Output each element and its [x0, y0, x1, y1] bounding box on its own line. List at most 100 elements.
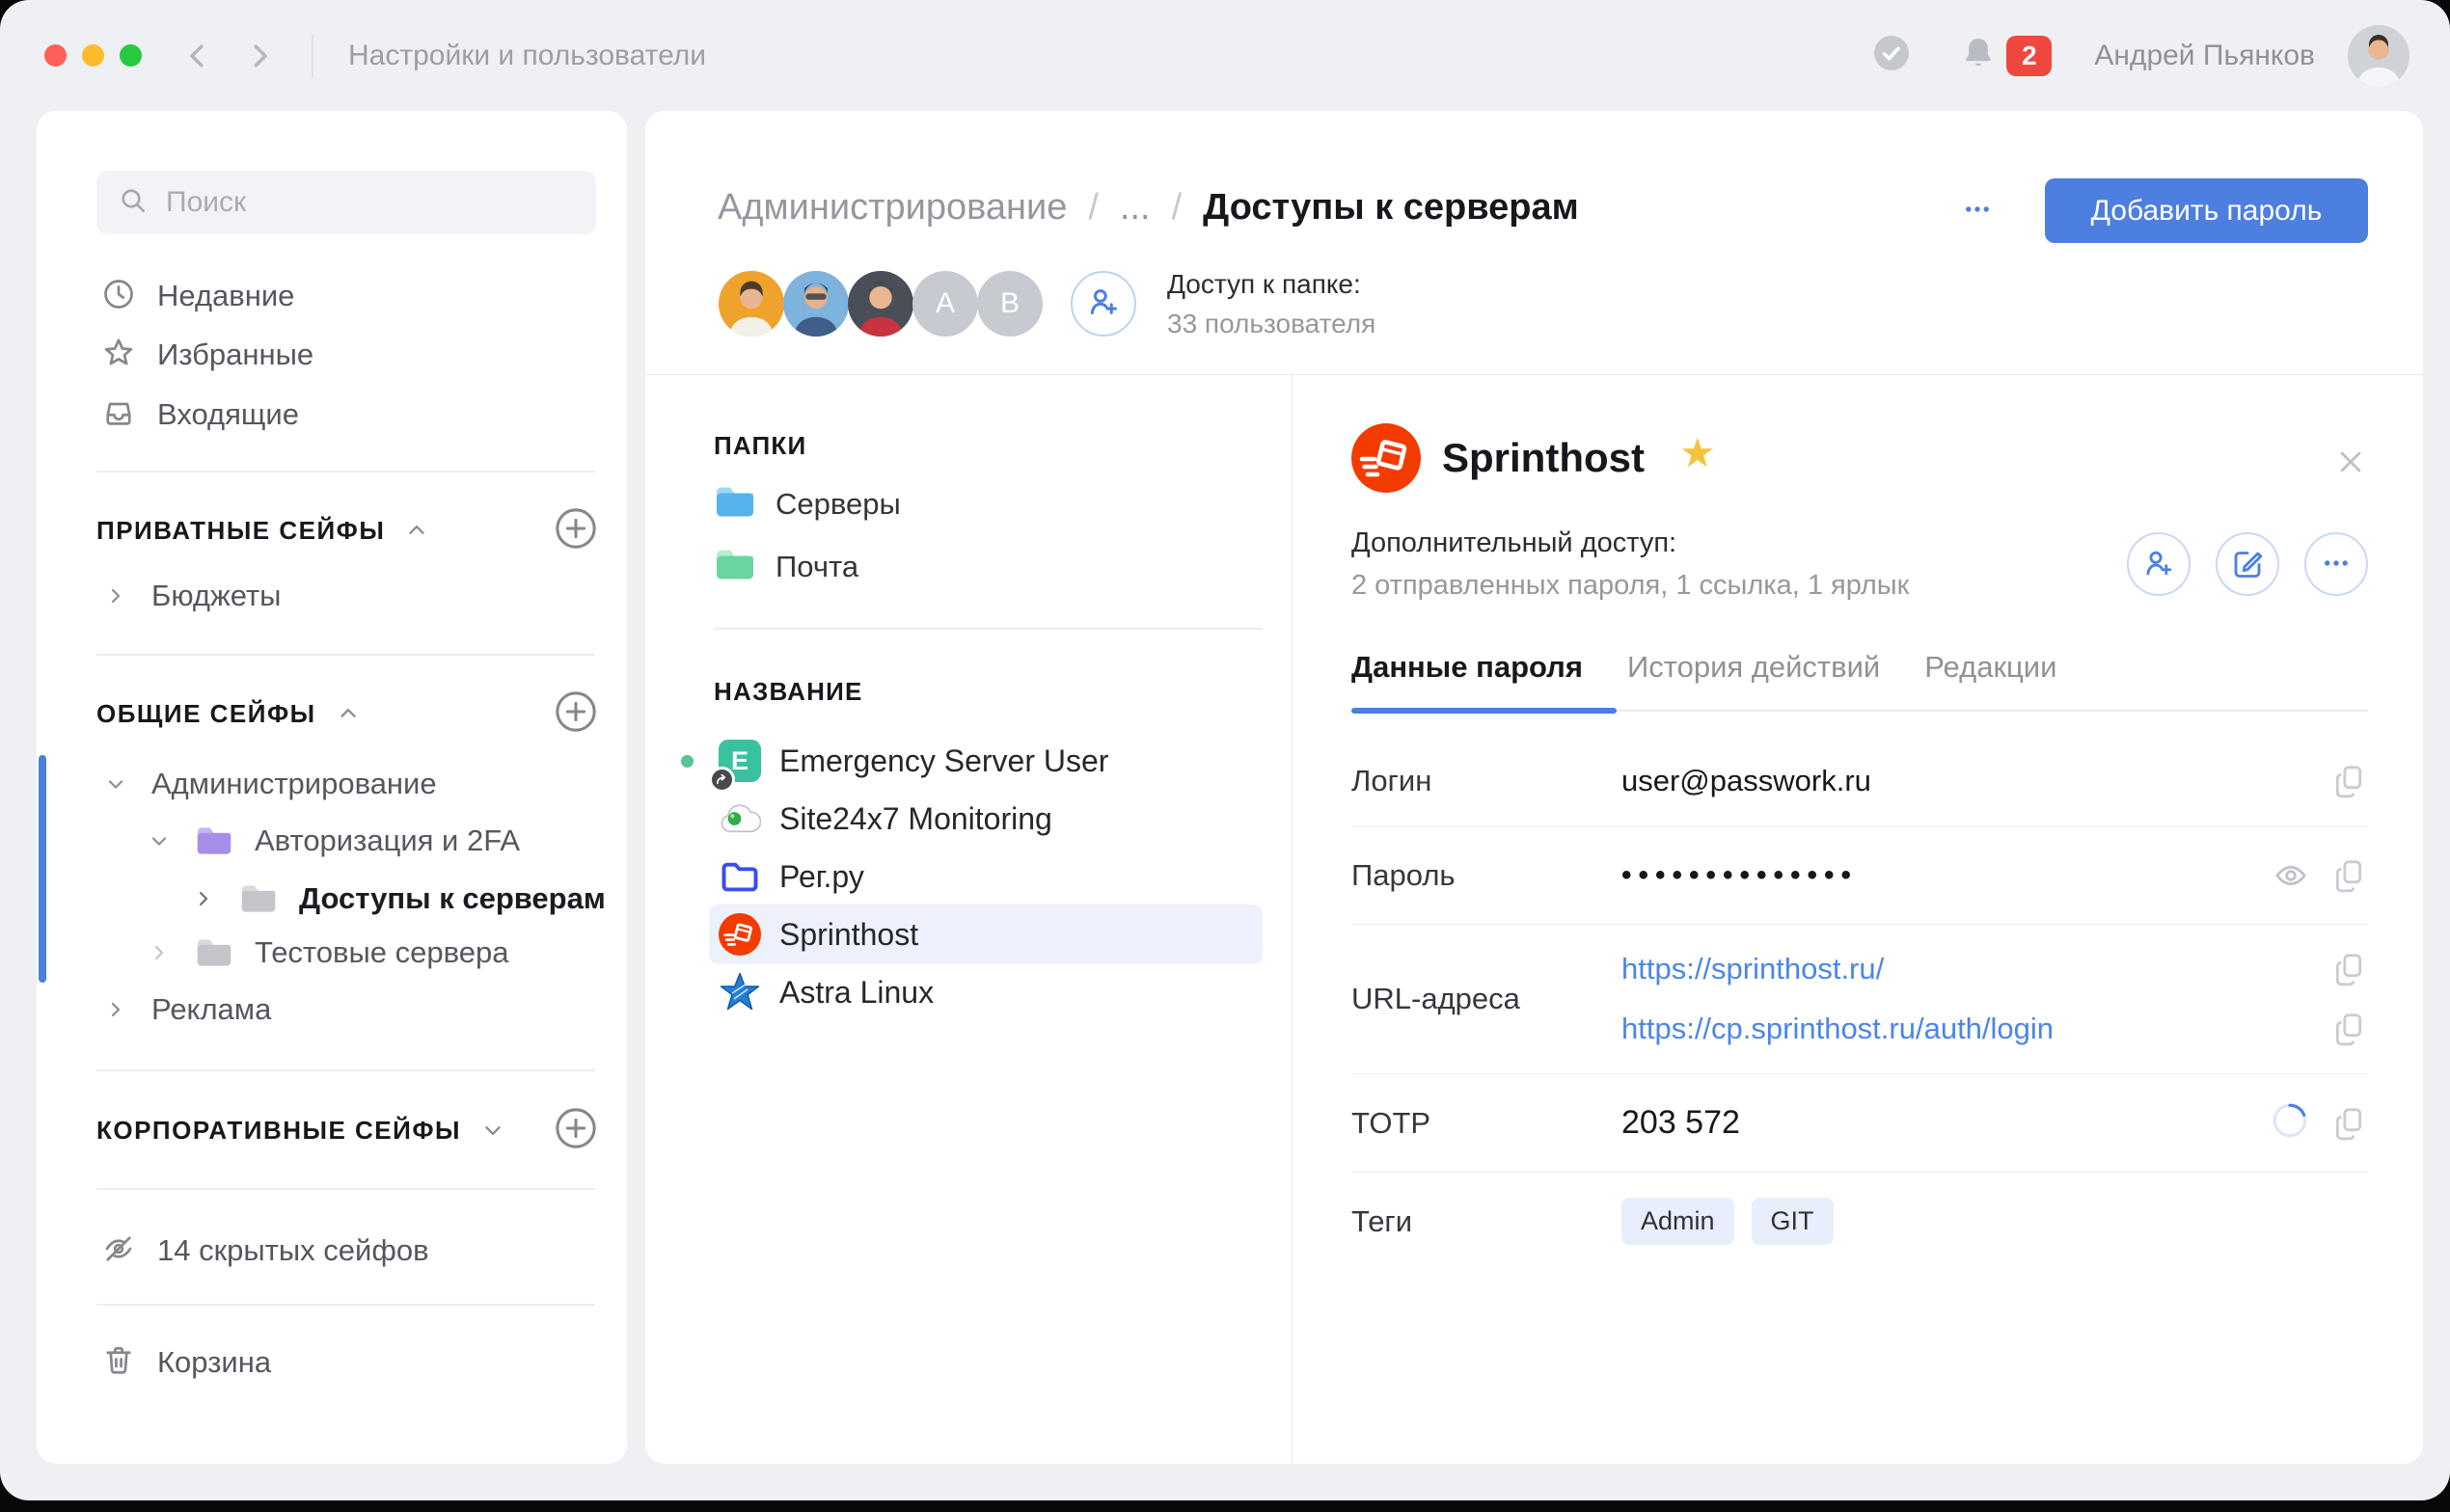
search-icon — [118, 185, 149, 221]
user-avatar[interactable] — [2348, 25, 2409, 87]
member-avatar[interactable] — [783, 271, 849, 337]
field-label: Теги — [1351, 1204, 1621, 1239]
sidebar-item-budgets[interactable]: Бюджеты — [101, 569, 627, 623]
eye-off-icon — [101, 1231, 136, 1271]
sidebar-item-trash[interactable]: Корзина — [37, 1336, 627, 1390]
tree-item-administration[interactable]: Администрирование — [101, 757, 627, 811]
sprinthost-logo-icon — [719, 913, 761, 956]
member-avatar-initial[interactable]: B — [977, 271, 1043, 337]
password-item-name: Sprinthost — [779, 917, 918, 953]
notifications-count-badge[interactable]: 2 — [2006, 36, 2052, 76]
field-row-login: Логин user@passwork.ru — [1351, 736, 2368, 827]
member-avatar-initial[interactable]: A — [912, 271, 978, 337]
password-row-regru[interactable]: Рег.ру — [645, 848, 1263, 905]
field-label: URL-адреса — [1351, 982, 1621, 1016]
folder-row-mail[interactable]: Почта — [645, 540, 1263, 594]
tab-password-data[interactable]: Данные пароля — [1351, 650, 1583, 694]
password-title: Sprinthost — [1442, 435, 1645, 481]
notifications-bell-icon[interactable] — [1960, 35, 1997, 76]
chevron-right-icon[interactable] — [101, 998, 130, 1021]
folder-label: Авторизация и 2FA — [255, 824, 520, 858]
tag-git[interactable]: GIT — [1752, 1198, 1834, 1245]
items-column: ПАПКИ Серверы Почта НАЗВАНИЕ E Emergency… — [645, 375, 1293, 1464]
url-link[interactable]: https://sprinthost.ru/ — [1621, 952, 1884, 986]
minimize-window-button[interactable] — [82, 44, 104, 67]
copy-icon[interactable] — [2329, 762, 2368, 800]
folder-row-servers[interactable]: Серверы — [645, 477, 1263, 531]
search-box[interactable] — [96, 171, 596, 234]
back-icon[interactable] — [180, 39, 215, 73]
add-shared-safe-button[interactable] — [554, 689, 598, 739]
breadcrumb-root[interactable]: Администрирование — [718, 187, 1067, 229]
additional-access-label: Дополнительный доступ: — [1351, 527, 1676, 559]
url-line: https://cp.sprinthost.ru/auth/login — [1621, 999, 2368, 1059]
section-title: ОБЩИЕ СЕЙФЫ — [96, 699, 316, 729]
chevron-down-icon[interactable] — [101, 772, 130, 796]
sidebar-item-recent[interactable]: Недавние — [37, 269, 627, 323]
chevron-right-icon[interactable] — [101, 584, 130, 608]
tree-item-auth-2fa[interactable]: Авторизация и 2FA — [145, 814, 627, 868]
chevron-up-icon[interactable] — [404, 518, 429, 543]
forward-icon[interactable] — [242, 39, 277, 73]
tree-item-server-access[interactable]: Доступы к серверам — [189, 872, 627, 926]
close-window-button[interactable] — [44, 44, 67, 67]
password-row-emergency[interactable]: E Emergency Server User — [645, 732, 1263, 790]
sidebar-divider — [96, 654, 595, 656]
url-link[interactable]: https://cp.sprinthost.ru/auth/login — [1621, 1012, 2054, 1046]
share-access-button[interactable] — [2127, 532, 2191, 596]
current-user-name[interactable]: Андрей Пьянков — [2094, 40, 2315, 72]
sidebar-item-label: 14 скрытых сейфов — [157, 1233, 429, 1268]
tab-revisions[interactable]: Редакции — [1924, 650, 2056, 694]
titlebar-divider — [312, 34, 313, 78]
sidebar-item-hidden-safes[interactable]: 14 скрытых сейфов — [37, 1224, 627, 1278]
show-password-eye-icon[interactable] — [2272, 856, 2310, 895]
password-item-name: Emergency Server User — [779, 743, 1108, 779]
chevron-down-icon[interactable] — [145, 829, 174, 852]
favorite-star-icon[interactable]: ★ — [1679, 429, 1716, 476]
field-row-password: Пароль •••••••••••••• — [1351, 827, 2368, 925]
add-private-safe-button[interactable] — [554, 506, 598, 555]
folder-more-button[interactable] — [1946, 178, 2009, 242]
sprinthost-logo-icon — [1351, 423, 1421, 498]
chevron-right-icon[interactable] — [145, 941, 174, 964]
chevron-down-icon[interactable] — [480, 1118, 505, 1143]
section-title: КОРПОРАТИВНЫЕ СЕЙФЫ — [96, 1116, 461, 1146]
password-row-astra[interactable]: Astra Linux — [645, 963, 1263, 1021]
more-actions-button[interactable] — [2304, 532, 2368, 596]
tree-item-ads[interactable]: Реклама — [101, 983, 627, 1037]
sidebar-item-inbox[interactable]: Входящие — [37, 388, 627, 442]
close-icon[interactable] — [2333, 445, 2368, 479]
add-corporate-safe-button[interactable] — [554, 1106, 598, 1155]
tree-item-test-servers[interactable]: Тестовые сервера — [145, 926, 627, 980]
password-row-site24x7[interactable]: Site24x7 Monitoring — [645, 790, 1263, 848]
breadcrumb-ellipsis[interactable]: ... — [1120, 187, 1151, 229]
copy-icon[interactable] — [2329, 1010, 2368, 1048]
folder-label: Тестовые сервера — [255, 935, 508, 970]
invite-user-button[interactable] — [1071, 271, 1136, 337]
add-password-button[interactable]: Добавить пароль — [2045, 178, 2368, 243]
search-input[interactable] — [166, 186, 575, 219]
maximize-window-button[interactable] — [120, 44, 142, 67]
chevron-up-icon[interactable] — [336, 701, 361, 726]
status-check-icon[interactable] — [1873, 35, 1910, 76]
field-label: Пароль — [1351, 858, 1621, 893]
member-avatar[interactable] — [848, 271, 913, 337]
password-row-sprinthost[interactable]: Sprinthost — [645, 905, 1263, 963]
tag-admin[interactable]: Admin — [1621, 1198, 1734, 1245]
star-icon — [101, 336, 136, 375]
edit-password-button[interactable] — [2216, 532, 2279, 596]
sidebar-item-favorites[interactable]: Избранные — [37, 328, 627, 382]
person-add-icon — [2141, 546, 2176, 583]
additional-access-value: 2 отправленных пароля, 1 ссылка, 1 ярлык — [1351, 570, 1909, 602]
chevron-right-icon[interactable] — [189, 887, 218, 910]
sidebar-divider — [96, 1069, 595, 1071]
copy-icon[interactable] — [2329, 950, 2368, 988]
member-avatar[interactable] — [719, 271, 784, 337]
tab-activity-history[interactable]: История действий — [1627, 650, 1880, 694]
copy-icon[interactable] — [2329, 1104, 2368, 1143]
page-title: Настройки и пользователи — [348, 40, 706, 72]
field-row-tags: Теги Admin GIT — [1351, 1173, 2368, 1270]
field-row-urls: URL-адреса https://sprinthost.ru/ https:… — [1351, 925, 2368, 1074]
copy-icon[interactable] — [2329, 856, 2368, 895]
sidebar-item-label: Избранные — [157, 338, 313, 372]
